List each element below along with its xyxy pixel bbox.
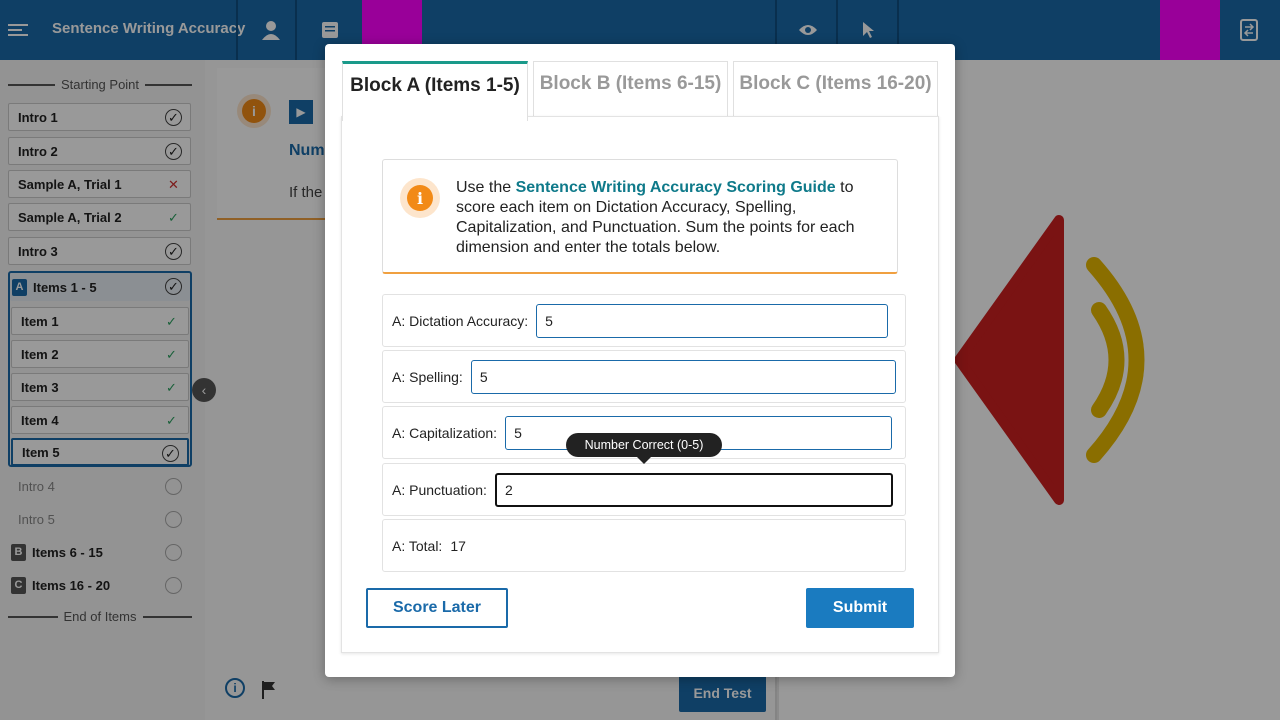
instructions-box: i Use the Sentence Writing Accuracy Scor…: [382, 159, 898, 274]
dictation-accuracy-row: A: Dictation Accuracy:: [382, 294, 906, 347]
total-row: A: Total: 17: [382, 519, 906, 572]
scoring-guide-link[interactable]: Sentence Writing Accuracy Scoring Guide: [516, 179, 836, 196]
info-icon: i: [400, 178, 440, 218]
punctuation-row: A: Punctuation:: [382, 463, 906, 516]
punctuation-label: A: Punctuation:: [392, 481, 487, 498]
tab-block-c[interactable]: Block C (Items 16-20): [733, 61, 938, 119]
total-value: 17: [450, 537, 466, 554]
spelling-row: A: Spelling:: [382, 350, 906, 403]
capitalization-label: A: Capitalization:: [392, 424, 498, 441]
punctuation-input[interactable]: [494, 472, 893, 507]
input-tooltip: Number Correct (0-5): [566, 433, 722, 464]
instructions-text: Use the Sentence Writing Accuracy Scorin…: [456, 178, 888, 258]
total-label: A: Total:: [392, 537, 443, 554]
spelling-input[interactable]: [470, 359, 896, 394]
spelling-label: A: Spelling:: [392, 368, 463, 385]
scoring-modal: Block A (Items 1-5) Block B (Items 6-15)…: [325, 44, 955, 677]
dictation-accuracy-input[interactable]: [536, 303, 889, 338]
instructions-prefix: Use the: [456, 179, 516, 196]
tab-block-a[interactable]: Block A (Items 1-5): [342, 61, 528, 121]
tab-block-b[interactable]: Block B (Items 6-15): [533, 61, 728, 119]
submit-button[interactable]: Submit: [806, 588, 914, 628]
score-later-button[interactable]: Score Later: [366, 588, 508, 628]
dictation-accuracy-label: A: Dictation Accuracy:: [392, 312, 529, 329]
